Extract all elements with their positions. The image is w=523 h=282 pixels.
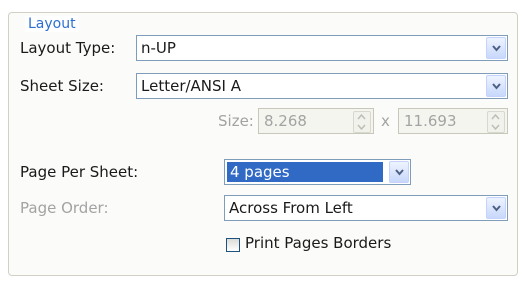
layout-type-dropdown[interactable]: n-UP: [136, 35, 508, 61]
chevron-down-icon[interactable]: [486, 37, 506, 59]
page-order-label: Page Order:: [20, 199, 109, 217]
chevron-down-icon[interactable]: [486, 75, 506, 97]
page-per-sheet-value: 4 pages: [227, 162, 383, 182]
layout-type-label: Layout Type:: [20, 39, 116, 57]
spin-arrows-icon: [487, 111, 505, 133]
chevron-down-icon[interactable]: [486, 197, 506, 219]
sheet-size-label: Sheet Size:: [20, 77, 104, 95]
size-height-value: 11.693: [404, 112, 457, 130]
size-label: Size:: [218, 112, 254, 130]
layout-group: Layout Layout Type: n-UP Sheet Size: Let…: [8, 12, 518, 276]
print-borders-checkbox[interactable]: [226, 238, 240, 252]
print-borders-label[interactable]: Print Pages Borders: [245, 234, 391, 252]
size-height-stepper: 11.693: [398, 108, 508, 134]
spin-arrows-icon: [353, 111, 371, 133]
layout-type-value: n-UP: [141, 39, 176, 57]
group-legend: Layout: [25, 16, 79, 32]
page-per-sheet-dropdown[interactable]: 4 pages: [224, 159, 411, 185]
sheet-size-value: Letter/ANSI A: [141, 77, 241, 95]
size-width-value: 8.268: [264, 112, 307, 130]
page-order-dropdown[interactable]: Across From Left: [224, 195, 508, 221]
chevron-down-icon[interactable]: [389, 161, 409, 183]
page-order-value: Across From Left: [229, 199, 353, 217]
page-per-sheet-label: Page Per Sheet:: [20, 163, 139, 181]
size-width-stepper: 8.268: [258, 108, 374, 134]
sheet-size-dropdown[interactable]: Letter/ANSI A: [136, 73, 508, 99]
size-separator: x: [381, 112, 390, 130]
